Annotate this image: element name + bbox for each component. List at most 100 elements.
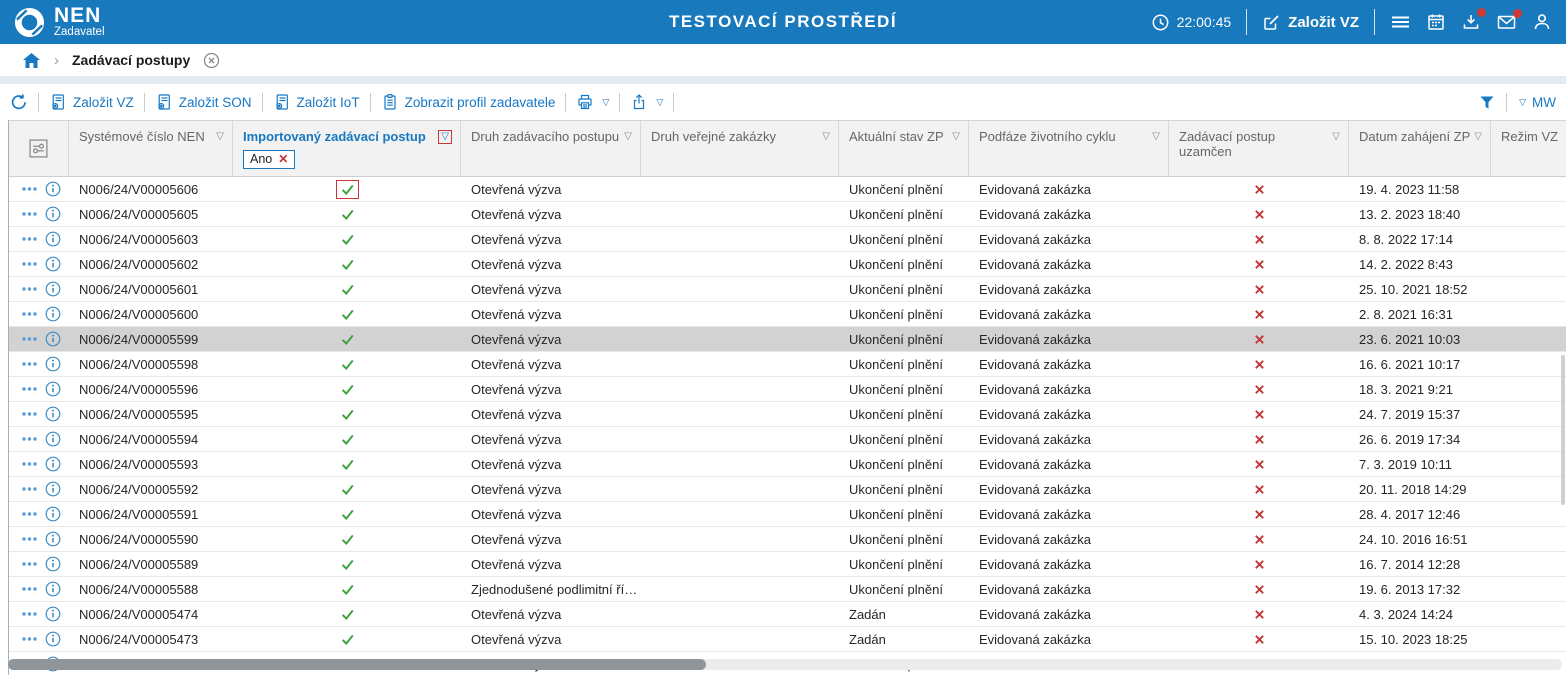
row-menu-icon[interactable]: [21, 310, 38, 318]
row-info-icon[interactable]: [45, 256, 61, 272]
row-info-icon[interactable]: [45, 406, 61, 422]
row-menu-icon[interactable]: [21, 610, 38, 618]
table-row[interactable]: N006/24/V00005598 Otevřená výzva Ukončen…: [9, 352, 1566, 377]
calendar-button[interactable]: [1426, 12, 1446, 32]
sort-filter-icon[interactable]: ▽: [624, 131, 632, 142]
print-dropdown-icon[interactable]: ▽: [602, 97, 609, 108]
table-row[interactable]: N006/24/V00005601 Otevřená výzva Ukončen…: [9, 277, 1566, 302]
main-menu-button[interactable]: [1390, 13, 1411, 31]
column-settings-button[interactable]: [9, 121, 69, 176]
table-row[interactable]: N006/24/V00005602 Otevřená výzva Ukončen…: [9, 252, 1566, 277]
messages-button[interactable]: [1496, 13, 1517, 31]
print-button[interactable]: ▽: [576, 93, 609, 111]
column-header-contract-type[interactable]: Druh veřejné zakázky ▽: [641, 121, 839, 176]
export-dropdown-icon[interactable]: ▽: [656, 97, 663, 108]
row-info-icon[interactable]: [45, 506, 61, 522]
row-menu-icon[interactable]: [21, 435, 38, 443]
user-profile-button[interactable]: [1532, 12, 1552, 32]
row-menu-icon[interactable]: [21, 460, 38, 468]
row-menu-icon[interactable]: [21, 335, 38, 343]
sort-filter-icon[interactable]: ▽: [1332, 131, 1340, 142]
row-info-icon[interactable]: [45, 581, 61, 597]
column-header-procedure-type[interactable]: Druh zadávacího postupu ▽: [461, 121, 641, 176]
horizontal-scrollbar-thumb[interactable]: [8, 659, 706, 670]
row-menu-icon[interactable]: [21, 585, 38, 593]
table-row[interactable]: N006/24/V00005592 Otevřená výzva Ukončen…: [9, 477, 1566, 502]
row-info-icon[interactable]: [45, 306, 61, 322]
row-info-icon[interactable]: [45, 181, 61, 197]
sort-filter-icon[interactable]: ▽: [1152, 131, 1160, 142]
row-info-icon[interactable]: [45, 431, 61, 447]
column-header-system-number[interactable]: Systémové číslo NEN ▽: [69, 121, 233, 176]
row-menu-icon[interactable]: [21, 510, 38, 518]
table-row[interactable]: N006/24/V00005603 Otevřená výzva Ukončen…: [9, 227, 1566, 252]
row-info-icon[interactable]: [45, 456, 61, 472]
table-row[interactable]: N006/24/V00005591 Otevřená výzva Ukončen…: [9, 502, 1566, 527]
table-row[interactable]: N006/24/V00005594 Otevřená výzva Ukončen…: [9, 427, 1566, 452]
table-row[interactable]: N006/24/V00005596 Otevřená výzva Ukončen…: [9, 377, 1566, 402]
create-iot-button[interactable]: Založit IoT: [273, 93, 360, 111]
row-menu-icon[interactable]: [21, 210, 38, 218]
create-vz-button[interactable]: Založit VZ: [49, 93, 134, 111]
row-menu-icon[interactable]: [21, 560, 38, 568]
row-info-icon[interactable]: [45, 231, 61, 247]
table-row[interactable]: N006/24/V00005473 Otevřená výzva Zadán E…: [9, 627, 1566, 652]
row-info-icon[interactable]: [45, 356, 61, 372]
row-menu-icon[interactable]: [21, 410, 38, 418]
refresh-button[interactable]: [10, 93, 28, 111]
table-row[interactable]: N006/24/V00005595 Otevřená výzva Ukončen…: [9, 402, 1566, 427]
row-info-icon[interactable]: [45, 631, 61, 647]
filter-preset-button[interactable]: ▽ MW: [1517, 95, 1556, 110]
table-row[interactable]: N006/24/V00005588 Zjednodušené podlimitn…: [9, 577, 1566, 602]
column-header-current-state[interactable]: Aktuální stav ZP ▽: [839, 121, 969, 176]
filter-active-icon[interactable]: ▽: [438, 130, 452, 144]
horizontal-scrollbar[interactable]: [8, 659, 1562, 670]
row-info-icon[interactable]: [45, 331, 61, 347]
row-menu-icon[interactable]: [21, 260, 38, 268]
home-button[interactable]: [22, 52, 41, 69]
table-row[interactable]: N006/24/V00005474 Otevřená výzva Zadán E…: [9, 602, 1566, 627]
column-header-regime[interactable]: Režim VZ: [1491, 121, 1566, 176]
column-header-imported[interactable]: Importovaný zadávací postup ▽ Ano ✕: [233, 121, 461, 176]
filter-chip[interactable]: Ano ✕: [243, 150, 295, 169]
export-button[interactable]: ▽: [630, 93, 663, 111]
row-menu-icon[interactable]: [21, 485, 38, 493]
row-menu-icon[interactable]: [21, 185, 38, 193]
row-menu-icon[interactable]: [21, 285, 38, 293]
table-row[interactable]: N006/24/V00005606 Otevřená výzva Ukončen…: [9, 177, 1566, 202]
row-info-icon[interactable]: [45, 531, 61, 547]
breadcrumb-item[interactable]: Zadávací postupy: [72, 52, 190, 68]
row-info-icon[interactable]: [45, 381, 61, 397]
row-menu-icon[interactable]: [21, 635, 38, 643]
row-info-icon[interactable]: [45, 556, 61, 572]
show-profile-button[interactable]: Zobrazit profil zadavatele: [381, 93, 556, 111]
app-brand[interactable]: NEN Zadavatel: [14, 5, 105, 39]
table-row[interactable]: N006/24/V00005599 Otevřená výzva Ukončen…: [9, 327, 1566, 352]
close-tab-button[interactable]: [203, 52, 220, 69]
table-row[interactable]: N006/24/V00005590 Otevřená výzva Ukončen…: [9, 527, 1566, 552]
row-menu-icon[interactable]: [21, 235, 38, 243]
column-header-start-date[interactable]: Datum zahájení ZP ▽: [1349, 121, 1491, 176]
row-menu-icon[interactable]: [21, 385, 38, 393]
row-info-icon[interactable]: [45, 481, 61, 497]
chip-remove-icon[interactable]: ✕: [278, 152, 288, 166]
table-row[interactable]: N006/24/V00005600 Otevřená výzva Ukončen…: [9, 302, 1566, 327]
row-menu-icon[interactable]: [21, 535, 38, 543]
row-info-icon[interactable]: [45, 206, 61, 222]
sort-filter-icon[interactable]: ▽: [216, 131, 224, 142]
create-son-button[interactable]: Založit SON: [155, 93, 252, 111]
column-header-locked[interactable]: Zadávací postup uzamčen ▽: [1169, 121, 1349, 176]
filter-button[interactable]: [1478, 94, 1496, 111]
sort-filter-icon[interactable]: ▽: [1474, 131, 1482, 142]
table-row[interactable]: N006/24/V00005605 Otevřená výzva Ukončen…: [9, 202, 1566, 227]
sort-filter-icon[interactable]: ▽: [822, 131, 830, 142]
row-info-icon[interactable]: [45, 606, 61, 622]
row-info-icon[interactable]: [45, 281, 61, 297]
sort-filter-icon[interactable]: ▽: [952, 131, 960, 142]
vertical-scrollbar-thumb[interactable]: [1561, 355, 1565, 505]
row-menu-icon[interactable]: [21, 360, 38, 368]
table-row[interactable]: N006/24/V00005589 Otevřená výzva Ukončen…: [9, 552, 1566, 577]
new-vz-button[interactable]: Založit VZ: [1262, 13, 1359, 32]
downloads-button[interactable]: [1461, 12, 1481, 32]
table-row[interactable]: N006/24/V00005593 Otevřená výzva Ukončen…: [9, 452, 1566, 477]
